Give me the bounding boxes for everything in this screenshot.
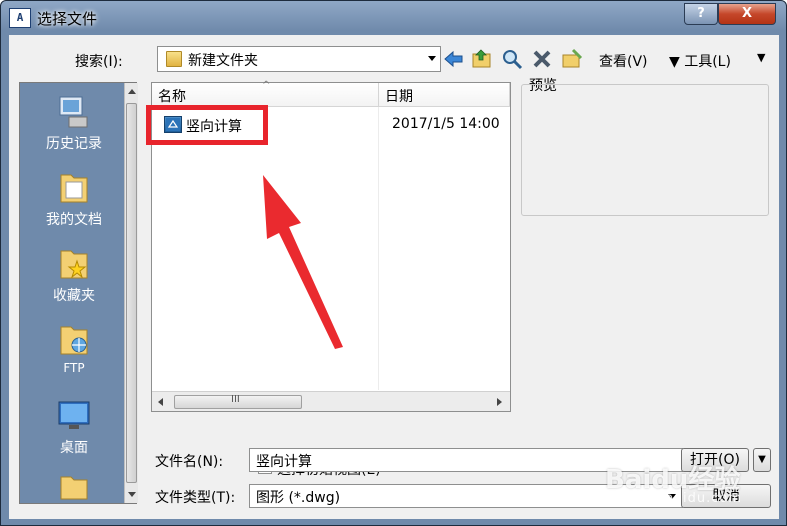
places-scrollbar[interactable] [124, 83, 138, 503]
help-button[interactable]: ? [684, 3, 718, 25]
scroll-left-icon[interactable] [158, 398, 163, 406]
history-icon [57, 93, 91, 129]
tools-menu[interactable]: ▼ 工具(L) [669, 51, 731, 71]
column-header-name[interactable]: 名称 ^ [152, 80, 379, 107]
filename-label: 文件名(N): [155, 454, 224, 470]
watermark-sub: jingyan.baidu.com [605, 491, 742, 506]
place-desktop[interactable]: 桌面 [26, 397, 122, 457]
sort-arrow-icon: ^ [262, 80, 271, 91]
scroll-thumb[interactable]: III [174, 394, 302, 409]
back-arrow-icon[interactable] [443, 48, 465, 70]
delete-icon[interactable] [531, 48, 553, 70]
horizontal-scrollbar[interactable]: III [152, 391, 510, 411]
column-divider [378, 107, 379, 390]
chevron-down-icon[interactable] [428, 56, 436, 61]
scroll-down-icon[interactable] [128, 492, 136, 497]
lookin-value: 新建文件夹 [188, 53, 258, 69]
title-bar[interactable]: A 选择文件 ? X [1, 1, 786, 35]
place-label: 历史记录 [46, 136, 102, 152]
close-button[interactable]: X [718, 3, 776, 25]
lookin-label: 搜索(I): [75, 54, 123, 70]
highlight-box [146, 105, 268, 145]
place-more[interactable] [26, 471, 122, 511]
folder-icon [57, 471, 91, 507]
places-bar: 历史记录 我的文档 收藏夹 FTP 桌面 [19, 82, 138, 504]
documents-icon [57, 169, 91, 205]
favorites-icon [57, 245, 91, 281]
file-date: 2017/1/5 14:00 [392, 116, 500, 132]
place-history[interactable]: 历史记录 [26, 93, 122, 153]
place-label: 桌面 [60, 440, 88, 456]
view-menu[interactable]: 查看(V) [599, 51, 648, 71]
up-folder-icon[interactable] [471, 48, 493, 70]
place-label: 收藏夹 [53, 288, 95, 304]
open-menu-button[interactable]: ▼ [753, 448, 771, 472]
lookin-combobox[interactable]: 新建文件夹 [157, 46, 441, 72]
scroll-thumb[interactable] [126, 103, 137, 483]
ftp-icon [57, 321, 91, 357]
place-documents[interactable]: 我的文档 [26, 169, 122, 229]
annotation-arrow-icon [263, 175, 343, 349]
column-header-label: 名称 [158, 89, 186, 105]
filetype-label: 文件类型(T): [155, 490, 236, 506]
search-icon[interactable] [501, 48, 523, 70]
filetype-value: 图形 (*.dwg) [256, 490, 341, 506]
column-header-date[interactable]: 日期 [379, 83, 510, 107]
place-favorites[interactable]: 收藏夹 [26, 245, 122, 305]
new-folder-icon[interactable] [561, 48, 583, 70]
dialog-client: 搜索(I): 新建文件夹 查看(V) ▼ 工具(L) ▼ 历史记录 我的文档 收… [9, 35, 779, 519]
place-ftp[interactable]: FTP [26, 321, 122, 375]
folder-icon [166, 51, 182, 67]
column-header-label: 日期 [385, 89, 413, 105]
desktop-icon [57, 397, 91, 433]
scroll-right-icon[interactable] [497, 398, 502, 406]
place-label: FTP [63, 361, 85, 375]
app-icon: A [9, 8, 31, 28]
preview-pane [521, 84, 769, 216]
dialog-window: A 选择文件 ? X 搜索(I): 新建文件夹 查看(V) ▼ 工具(L) ▼ [0, 0, 787, 526]
scroll-grip: III [231, 394, 240, 405]
place-label: 我的文档 [46, 212, 102, 228]
toolbar-more-arrow[interactable]: ▼ [757, 51, 765, 64]
window-title: 选择文件 [37, 10, 98, 28]
scroll-up-icon[interactable] [128, 89, 136, 94]
